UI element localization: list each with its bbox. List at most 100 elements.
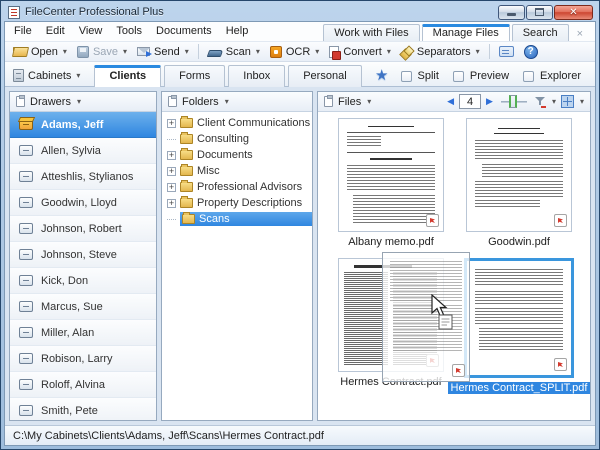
drawer-label: Smith, Pete [41,405,98,417]
menu-help[interactable]: Help [219,22,256,41]
doc-title [370,158,412,160]
folder-item[interactable]: Consulting [162,131,312,147]
menu-edit[interactable]: Edit [39,22,72,41]
folder-item[interactable]: +Property Descriptions [162,195,312,211]
tab-close-icon[interactable]: × [569,28,591,41]
chevron-down-icon[interactable]: ▾ [580,97,584,106]
save-button[interactable]: Save ▾ [73,45,131,59]
cabinet-tab-inbox[interactable]: Inbox [228,65,285,87]
drawer-label: Johnson, Robert [41,223,122,235]
explorer-label: Explorer [540,70,581,82]
minimize-button[interactable] [498,5,525,20]
form-icon [499,46,514,57]
open-button[interactable]: Open ▾ [9,45,71,59]
drawer-label: Goodwin, Lloyd [41,197,117,209]
cabinet-tab-forms[interactable]: Forms [164,65,225,87]
expand-icon[interactable]: + [167,199,176,208]
drawer-item[interactable]: Robison, Larry [10,346,156,372]
folders-header-dropdown[interactable]: Folders ▾ [162,92,312,112]
selected-file-thumbnail[interactable] [464,258,574,378]
favorite-star-icon[interactable]: ★ [375,70,388,82]
send-label: Send [154,46,180,58]
file-grid: Albany memo.pdf [318,112,590,420]
selected-file-name[interactable]: Hermes Contract_SPLIT.pdf [448,382,590,394]
scanner-icon [206,50,223,57]
file-item[interactable]: Albany memo.pdf [336,118,446,248]
drawer-item[interactable]: Johnson, Robert [10,216,156,242]
view-mode-icon[interactable] [561,95,574,108]
tab-manage-files[interactable]: Manage Files [422,24,510,41]
next-page-icon[interactable]: ▶ [486,96,493,107]
page-number-box[interactable]: 4 [459,94,481,109]
folder-item[interactable]: +Professional Advisors [162,179,312,195]
chevron-down-icon[interactable]: ▾ [552,97,556,106]
tab-work-with-files[interactable]: Work with Files [323,24,419,41]
tree-stub [167,219,176,220]
file-name[interactable]: Albany memo.pdf [348,236,434,248]
menu-file[interactable]: File [7,22,39,41]
folder-item[interactable]: + Documents [162,147,312,163]
doc-lines [347,165,434,191]
drawer-item[interactable]: Atteshlis, Stylianos [10,164,156,190]
doc-lines [475,140,562,160]
menu-tools[interactable]: Tools [109,22,149,41]
folder-item[interactable]: +Misc [162,163,312,179]
separators-button[interactable]: Separators ▾ [397,45,484,59]
menu-documents[interactable]: Documents [149,22,219,41]
filter-icon[interactable] [535,96,546,108]
drawer-label: Marcus, Sue [41,301,103,313]
drawer-icon [19,145,33,156]
drawer-item[interactable]: Marcus, Sue [10,294,156,320]
drawer-item[interactable]: Goodwin, Lloyd [10,190,156,216]
expand-icon[interactable]: + [167,167,176,176]
toolbar-separator [198,44,199,59]
preview-label: Preview [470,70,509,82]
menu-view[interactable]: View [72,22,110,41]
drawer-item[interactable]: Roloff, Alvina [10,372,156,398]
help-button[interactable]: ? [520,44,542,60]
toolbar-separator [489,44,490,59]
expand-icon[interactable]: + [167,119,176,128]
maximize-button[interactable] [526,5,553,20]
tab-search[interactable]: Search [512,24,569,41]
preview-checkbox[interactable] [453,71,464,82]
doc-title [494,133,544,134]
cabinet-tab-clients[interactable]: Clients [94,65,161,87]
explorer-checkbox[interactable] [523,71,534,82]
doc-lines [482,164,563,178]
drawer-item[interactable]: Johnson, Steve [10,242,156,268]
split-checkbox[interactable] [401,71,412,82]
drawer-item[interactable]: Miller, Alan [10,320,156,346]
drawer-item[interactable]: Allen, Sylvia [10,138,156,164]
file-thumbnail[interactable] [338,118,444,232]
ocr-button[interactable]: OCR ▾ [266,45,323,59]
folder-item-selected[interactable]: Scans [162,211,312,227]
slider-handle[interactable] [509,95,517,108]
app-icon [8,6,20,19]
previous-page-icon[interactable]: ◀ [447,96,454,107]
drawer-icon [19,275,33,286]
drawer-item[interactable]: Smith, Pete [10,398,156,420]
file-item[interactable]: Goodwin.pdf [464,118,574,248]
expand-icon[interactable]: + [167,151,176,160]
drawers-header-dropdown[interactable]: Drawers ▾ [10,92,156,112]
file-name[interactable]: Goodwin.pdf [488,236,550,248]
main-area: Drawers ▾ Adams, Jeff Allen, Sylvia Atte… [5,87,595,425]
send-button[interactable]: Send ▾ [133,45,193,59]
close-button[interactable]: ✕ [554,5,593,20]
file-thumbnail[interactable] [466,118,572,232]
file-item-selected[interactable]: Hermes Contract_SPLIT.pdf [464,258,574,394]
expand-icon[interactable]: + [167,183,176,192]
drawer-item[interactable]: Kick, Don [10,268,156,294]
thumbnail-size-slider[interactable] [501,95,527,108]
form-tool-button[interactable] [495,45,518,58]
folder-label: Documents [197,149,253,161]
drawer-item[interactable]: Adams, Jeff [10,112,156,138]
folder-item[interactable]: +Client Communications [162,115,312,131]
cabinet-tab-personal[interactable]: Personal [288,65,361,87]
cabinets-dropdown[interactable]: Cabinets ▾ [11,66,86,86]
chevron-down-icon: ▾ [123,47,127,56]
convert-button[interactable]: Convert ▾ [325,45,395,59]
toolbar: Open ▾ Save ▾ Send ▾ Scan ▾ OCR [5,41,595,62]
scan-button[interactable]: Scan ▾ [204,45,264,59]
